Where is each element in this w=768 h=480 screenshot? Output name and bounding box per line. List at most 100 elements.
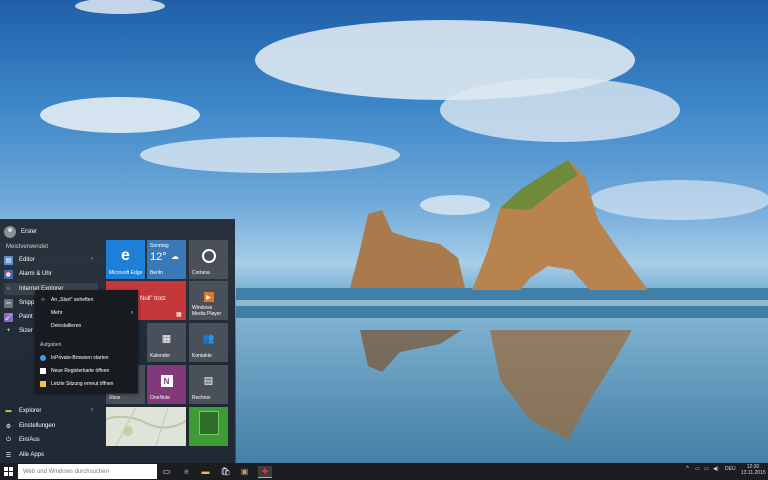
search-input[interactable]: Web und Windows durchsuchen [18, 464, 157, 479]
app-item-label: Snipp [19, 299, 35, 306]
task-view-icon[interactable]: ▭ [161, 466, 172, 477]
folder-icon[interactable]: ▬ [200, 466, 211, 477]
tile-windows-media-player[interactable]: ▶ Windows Media Player [189, 281, 228, 320]
pin-icon: ⊹ [40, 297, 46, 303]
tile-label: Windows Media Player [192, 305, 222, 317]
network-icon[interactable]: ▭ [704, 466, 709, 472]
ctx-item-label: Deinstallieren [51, 322, 82, 329]
bottom-item-label: Einstellungen [19, 422, 56, 429]
notification-icon[interactable]: ▭ [695, 466, 700, 472]
news-icon: ▦ [176, 312, 182, 318]
bottom-item-label: Alle Apps [19, 451, 45, 458]
ctx-item-label: Mehr [51, 309, 63, 316]
tile-maps[interactable] [106, 407, 186, 446]
tile-label: Xbox [109, 395, 121, 401]
media-player-icon: ▶ [203, 292, 214, 303]
tile-cortana[interactable]: Cortana [189, 240, 228, 279]
user-account[interactable]: Erster [4, 224, 37, 240]
bottom-item-label: Explorer [19, 407, 42, 414]
tile-microsoft-edge[interactable]: e Microsoft Edge [106, 240, 145, 279]
calculator-icon: ▤ [203, 375, 214, 387]
internet-explorer-icon: e [6, 286, 11, 292]
map-thumbnail [106, 407, 186, 446]
tray-chevron-up-icon[interactable]: ^ [686, 466, 689, 472]
inprivate-icon [40, 355, 46, 361]
clock-date: 13.11.2015 [741, 470, 766, 476]
cortana-icon [201, 249, 216, 264]
app-item-alarm[interactable]: ⏰ Alarm & Uhr [4, 268, 98, 280]
tile-label: OneNote [150, 395, 171, 401]
tile-calculator[interactable]: ▤ Rechner [189, 365, 228, 404]
context-menu: ⊹ An „Start" anheften Mehr › Deinstallie… [35, 290, 138, 393]
contacts-icon: 👥 [202, 333, 215, 345]
app-item-editor[interactable]: ▤ Editor › [4, 254, 98, 266]
chevron-right-icon: › [91, 256, 93, 262]
section-most-used-title: Meistverwendet [6, 244, 49, 250]
explorer-button[interactable]: ▬ Explorer › [4, 405, 98, 417]
store-icon[interactable]: 🛍 [220, 466, 231, 477]
app-item-label: Sizer [19, 327, 33, 334]
clock[interactable]: 12:30 13.11.2015 [741, 464, 766, 476]
tile-label: Kontakte [192, 353, 212, 359]
ctx-more[interactable]: Mehr › [35, 307, 138, 319]
edge-icon[interactable]: e [181, 466, 192, 477]
folder-icon [40, 381, 46, 387]
power-icon: ⏻ [6, 436, 11, 443]
weather-temperature: 12° [150, 251, 167, 263]
ctx-item-label: Neue Registerkarte öffnen [51, 367, 110, 374]
tile-weather[interactable]: Sonntag 12° ☁ Berlin [147, 240, 186, 279]
app-item-label: Editor [19, 256, 35, 263]
plus-icon: + [6, 328, 11, 334]
ctx-item-label: Letzte Sitzung erneut öffnen [51, 380, 114, 387]
list-icon: ☰ [5, 452, 12, 459]
tile-minecraft[interactable] [189, 407, 228, 446]
ctx-task-inprivate[interactable]: InPrivate-Browsen starten [35, 352, 138, 364]
tile-contacts[interactable]: 👥 Kontakte [189, 323, 228, 362]
weather-cloud-icon: ☁ [171, 252, 179, 261]
search-placeholder: Web und Windows durchsuchen [23, 468, 109, 475]
tile-label: Cortana [192, 270, 210, 276]
app-item-label: Alarm & Uhr [19, 270, 52, 277]
tile-onenote[interactable]: N OneNote [147, 365, 186, 404]
news-headline: Null" trotz [140, 296, 166, 302]
snipping-tool-icon: ✂ [4, 298, 13, 308]
tile-label: Rechner [192, 395, 211, 401]
ctx-task-new-tab[interactable]: Neue Registerkarte öffnen [35, 365, 138, 377]
game-character-icon [198, 411, 219, 436]
chevron-right-icon: › [91, 407, 93, 413]
taskbar: Web und Windows durchsuchen ▭ e ▬ 🛍 ▣ ✚ … [0, 463, 768, 480]
tile-label: Kalender [150, 353, 171, 359]
user-name: Erster [21, 228, 38, 235]
language-indicator[interactable]: DEU [725, 466, 736, 472]
ctx-task-reopen-session[interactable]: Letzte Sitzung erneut öffnen [35, 378, 138, 390]
ctx-item-label: InPrivate-Browsen starten [51, 354, 109, 361]
app-item-label: Paint [19, 313, 33, 320]
ctx-tasks-header: Aufgaben [40, 342, 62, 348]
gear-icon: ⚙ [5, 423, 12, 430]
ctx-uninstall[interactable]: Deinstallieren [35, 320, 138, 332]
onenote-icon: N [160, 375, 173, 388]
edge-icon: e [121, 247, 130, 265]
ctx-item-label: An „Start" anheften [51, 296, 94, 303]
notepad-icon: ▤ [4, 255, 13, 265]
weather-city: Berlin [150, 270, 163, 276]
tile-label: Microsoft Edge [109, 270, 143, 276]
bottom-item-label: Ein/Aus [19, 436, 40, 443]
media-icon[interactable]: ▣ [239, 466, 250, 477]
calendar-icon: ▦ [161, 333, 172, 345]
weather-day: Sonntag [150, 243, 169, 249]
paint-app-icon[interactable]: ✚ [258, 466, 272, 478]
settings-button[interactable]: ⚙ Einstellungen [4, 420, 55, 432]
chevron-right-icon: › [131, 310, 133, 316]
windows-start-button[interactable] [4, 467, 13, 476]
ctx-pin-to-start[interactable]: ⊹ An „Start" anheften [35, 294, 138, 306]
avatar [4, 226, 16, 238]
volume-icon[interactable]: ◀) [713, 466, 719, 472]
tile-calendar[interactable]: ▦ Kalender [147, 323, 186, 362]
power-button[interactable]: ⏻ Ein/Aus [4, 434, 40, 446]
paint-icon: 🖌 [4, 312, 13, 322]
alarm-clock-icon: ⏰ [4, 269, 13, 279]
new-tab-icon [40, 368, 46, 374]
all-apps-button[interactable]: ☰ Alle Apps [4, 449, 44, 461]
folder-icon: ▬ [5, 408, 12, 414]
